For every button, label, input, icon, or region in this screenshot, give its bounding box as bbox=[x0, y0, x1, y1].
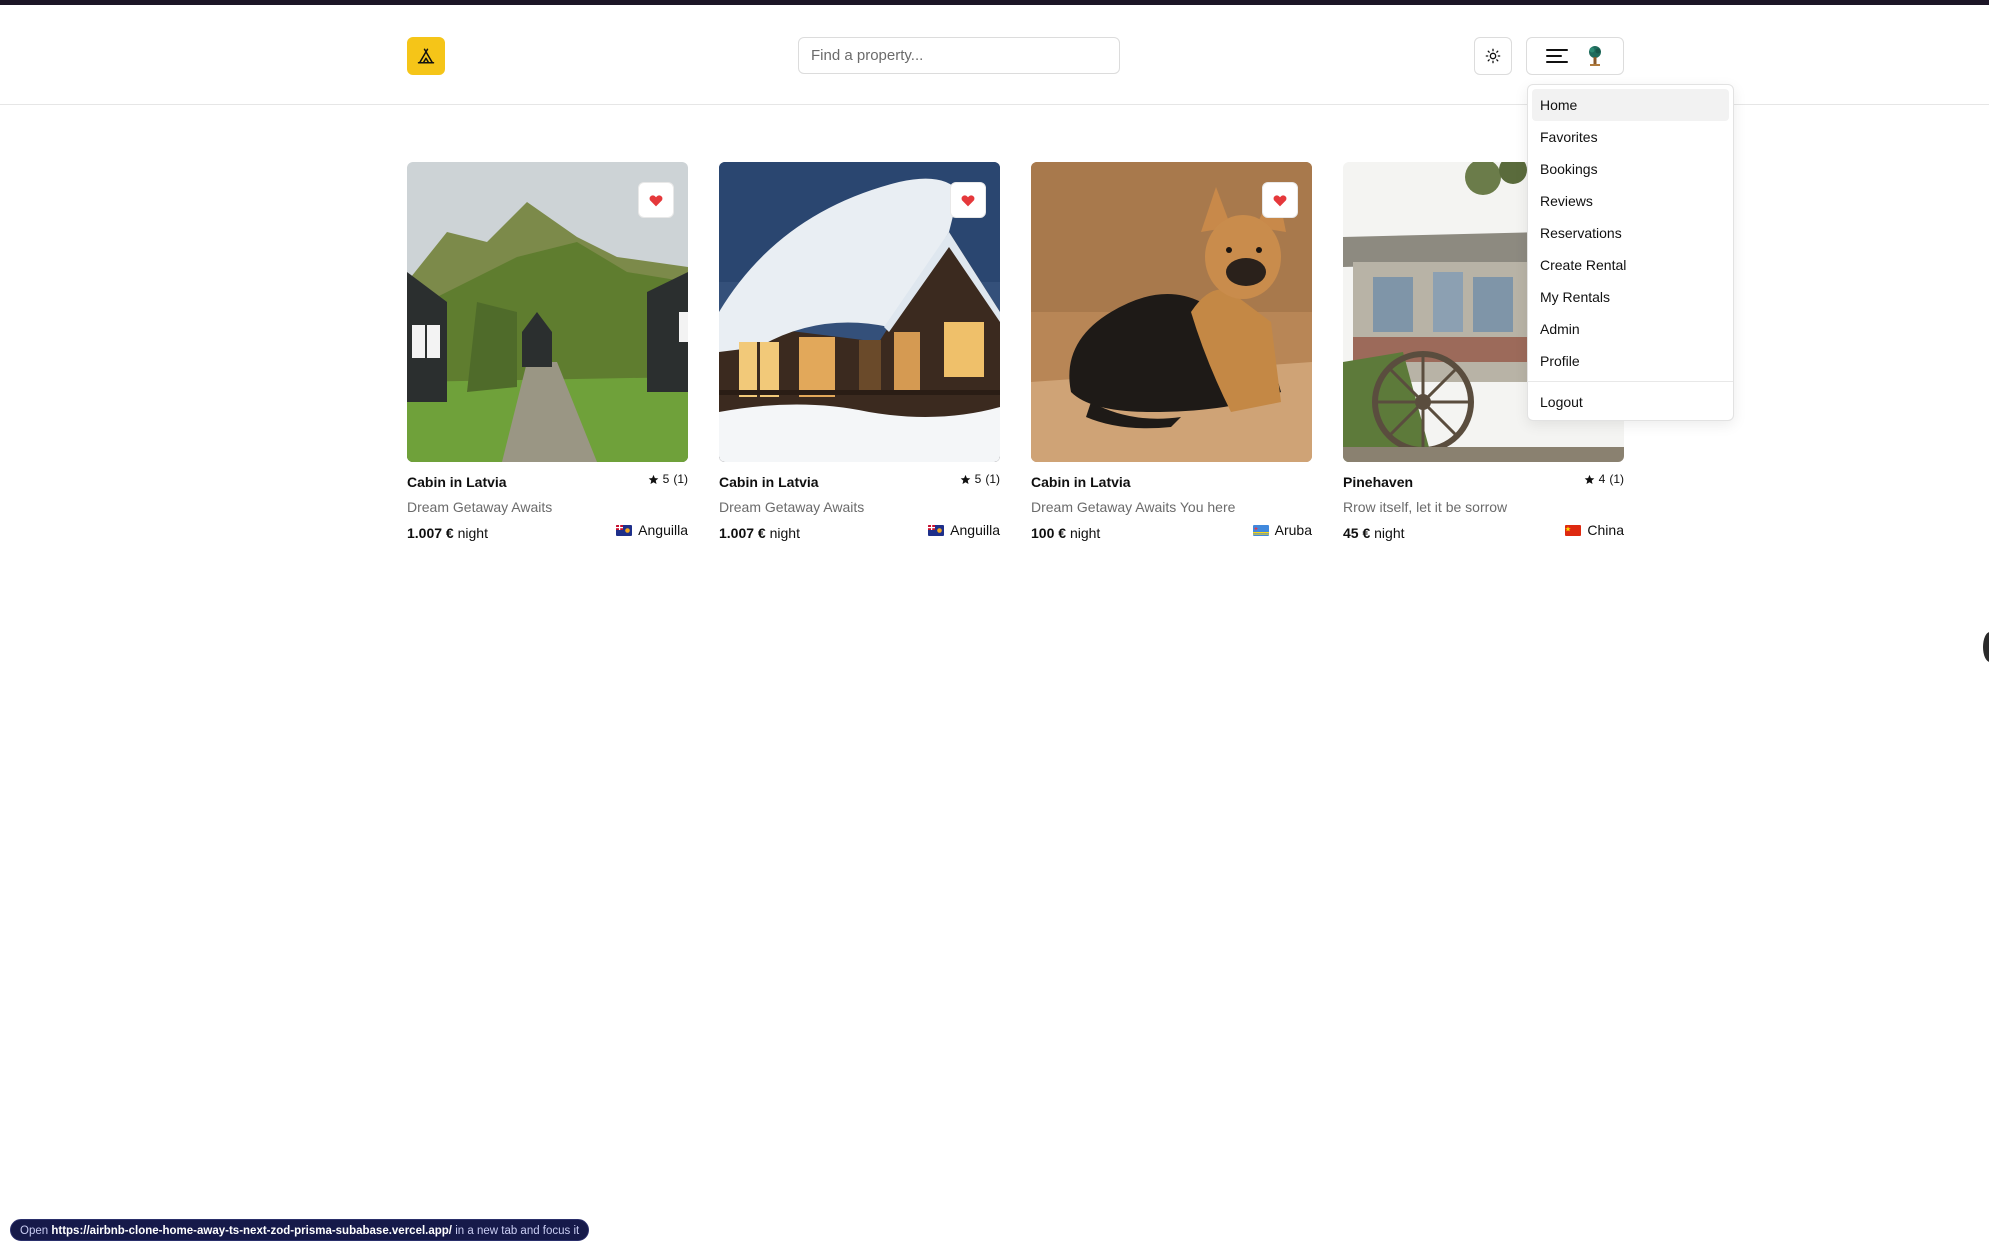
property-title: Cabin in Latvia bbox=[719, 474, 819, 490]
country-name: Aruba bbox=[1274, 522, 1312, 538]
property-title: Pinehaven bbox=[1343, 474, 1414, 490]
rating-value: 4 bbox=[1598, 472, 1606, 486]
menu-item-favorites[interactable]: Favorites bbox=[1532, 121, 1729, 153]
favorite-button[interactable] bbox=[950, 182, 986, 218]
review-count: (1) bbox=[1609, 472, 1624, 486]
status-suffix: in a new tab and focus it bbox=[455, 1225, 580, 1237]
property-tagline: Dream Getaway Awaits bbox=[407, 499, 553, 515]
logo-button[interactable] bbox=[407, 37, 445, 75]
anguilla-flag-icon bbox=[616, 524, 633, 536]
menu-item-home[interactable]: Home bbox=[1532, 89, 1729, 121]
country-name: China bbox=[1587, 522, 1624, 538]
heart-icon bbox=[649, 194, 663, 206]
property-title: Cabin in Latvia bbox=[407, 474, 507, 490]
user-dropdown-menu: Home Favorites Bookings Reviews Reservat… bbox=[1527, 84, 1734, 421]
aruba-flag-icon bbox=[1252, 524, 1269, 536]
property-tagline: Rrow itself, let it be sorrow bbox=[1343, 499, 1508, 515]
favorite-button[interactable] bbox=[1262, 182, 1298, 218]
user-menu-button[interactable] bbox=[1526, 37, 1624, 75]
property-tagline: Dream Getaway Awaits You here bbox=[1031, 499, 1236, 515]
property-country: Anguilla bbox=[928, 522, 1000, 538]
property-rating: 4 (1) bbox=[1584, 472, 1624, 486]
search-input[interactable] bbox=[798, 37, 1120, 74]
star-icon bbox=[1584, 474, 1594, 484]
menu-item-reviews[interactable]: Reviews bbox=[1532, 185, 1729, 217]
property-image[interactable] bbox=[719, 162, 1000, 462]
price-unit: night bbox=[1069, 525, 1101, 541]
heart-icon bbox=[961, 194, 975, 206]
menu-item-create-rental[interactable]: Create Rental bbox=[1532, 249, 1729, 281]
hamburger-icon bbox=[1545, 49, 1568, 63]
star-icon bbox=[648, 474, 658, 484]
property-country: Aruba bbox=[1252, 522, 1312, 538]
property-tagline: Dream Getaway Awaits bbox=[719, 499, 865, 515]
property-price: 1.007 € night bbox=[407, 525, 488, 541]
star-icon bbox=[960, 474, 970, 484]
property-card[interactable]: Cabin in Latvia Dream Getaway Awaits You… bbox=[1031, 162, 1312, 541]
property-rating: 5 (1) bbox=[960, 472, 1000, 486]
property-card[interactable]: Cabin in Latvia 5 (1) Dream Getaway Awai… bbox=[719, 162, 1000, 541]
status-prefix: Open bbox=[20, 1225, 49, 1237]
price-amount: 45 € bbox=[1343, 525, 1371, 541]
price-amount: 100 € bbox=[1031, 525, 1067, 541]
property-image[interactable] bbox=[407, 162, 688, 462]
china-flag-icon bbox=[1565, 524, 1582, 536]
menu-item-logout[interactable]: Logout bbox=[1532, 386, 1729, 418]
property-country: Anguilla bbox=[616, 522, 688, 538]
link-status-tooltip: Open https://airbnb-clone-home-away-ts-n… bbox=[10, 1219, 590, 1241]
status-url: https://airbnb-clone-home-away-ts-next-z… bbox=[51, 1225, 453, 1237]
price-unit: night bbox=[769, 525, 800, 541]
review-count: (1) bbox=[673, 472, 688, 486]
rating-value: 5 bbox=[662, 472, 670, 486]
property-price: 45 € night bbox=[1343, 525, 1405, 541]
sun-icon bbox=[1485, 48, 1501, 64]
property-price: 1.007 € night bbox=[719, 525, 800, 541]
menu-item-admin[interactable]: Admin bbox=[1532, 313, 1729, 345]
menu-item-my-rentals[interactable]: My Rentals bbox=[1532, 281, 1729, 313]
rating-value: 5 bbox=[974, 472, 982, 486]
heart-icon bbox=[1273, 194, 1287, 206]
price-amount: 1.007 € bbox=[719, 525, 766, 541]
review-count: (1) bbox=[985, 472, 1000, 486]
property-country: China bbox=[1565, 522, 1624, 538]
floating-widget-edge[interactable] bbox=[1983, 632, 1989, 662]
menu-item-reservations[interactable]: Reservations bbox=[1532, 217, 1729, 249]
tent-icon bbox=[417, 48, 435, 64]
theme-toggle-button[interactable] bbox=[1474, 37, 1512, 75]
user-avatar-icon bbox=[1588, 46, 1601, 66]
property-card[interactable]: Cabin in Latvia 5 (1) Dream Getaway Awai… bbox=[407, 162, 688, 541]
favorite-button[interactable] bbox=[638, 182, 674, 218]
menu-item-bookings[interactable]: Bookings bbox=[1532, 153, 1729, 185]
price-unit: night bbox=[457, 525, 488, 541]
price-unit: night bbox=[1374, 525, 1405, 541]
country-name: Anguilla bbox=[950, 522, 1000, 538]
property-price: 100 € night bbox=[1031, 525, 1100, 541]
country-name: Anguilla bbox=[638, 522, 688, 538]
property-title: Cabin in Latvia bbox=[1031, 474, 1131, 490]
property-rating: 5 (1) bbox=[648, 472, 688, 486]
price-amount: 1.007 € bbox=[407, 525, 454, 541]
menu-divider bbox=[1528, 381, 1733, 382]
menu-item-profile[interactable]: Profile bbox=[1532, 345, 1729, 377]
property-image[interactable] bbox=[1031, 162, 1312, 462]
anguilla-flag-icon bbox=[928, 524, 945, 536]
